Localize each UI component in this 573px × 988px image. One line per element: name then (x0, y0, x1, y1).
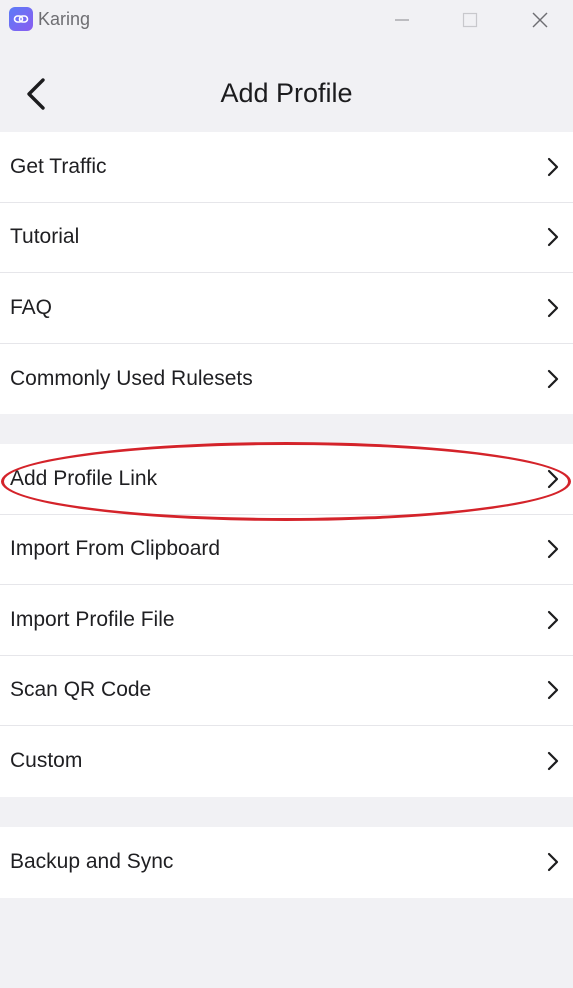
page-header: Add Profile (0, 40, 573, 132)
menu-item-scan-qr-code[interactable]: Scan QR Code (0, 656, 573, 726)
menu-item-tutorial[interactable]: Tutorial (0, 203, 573, 273)
minimize-button[interactable] (368, 0, 436, 40)
menu-item-label: Backup and Sync (10, 850, 174, 874)
chevron-right-icon (547, 853, 559, 872)
chevron-right-icon (547, 681, 559, 700)
maximize-icon (462, 12, 478, 28)
page-title: Add Profile (220, 78, 353, 108)
menu-item-faq[interactable]: FAQ (0, 273, 573, 344)
menu-item-get-traffic[interactable]: Get Traffic (0, 132, 573, 203)
menu-item-import-from-clipboard[interactable]: Import From Clipboard (0, 515, 573, 585)
maximize-button[interactable] (436, 0, 504, 40)
menu-item-label: Get Traffic (10, 154, 107, 178)
app-title: Karing (38, 9, 91, 29)
close-icon (532, 12, 548, 28)
chevron-right-icon (547, 752, 559, 771)
settings-group-profiles: Add Profile Link Import From Clipboard I… (0, 444, 573, 797)
minimize-icon (395, 19, 409, 21)
menu-item-add-profile-link[interactable]: Add Profile Link (0, 444, 573, 515)
menu-item-commonly-used-rulesets[interactable]: Commonly Used Rulesets (0, 344, 573, 415)
chevron-right-icon (547, 610, 559, 629)
chevron-right-icon (547, 228, 559, 247)
menu-item-label: FAQ (10, 295, 53, 319)
chevron-right-icon (547, 298, 559, 317)
settings-group-backup: Backup and Sync (0, 827, 573, 898)
menu-item-backup-and-sync[interactable]: Backup and Sync (0, 827, 573, 898)
menu-item-label: Import From Clipboard (10, 537, 221, 561)
close-button[interactable] (506, 0, 573, 40)
menu-item-label: Add Profile Link (10, 466, 158, 490)
menu-item-label: Scan QR Code (10, 678, 152, 702)
chevron-right-icon (547, 157, 559, 176)
chevron-right-icon (547, 469, 559, 488)
menu-item-label: Tutorial (10, 225, 80, 249)
menu-item-import-profile-file[interactable]: Import Profile File (0, 585, 573, 656)
menu-item-label: Import Profile File (10, 607, 175, 631)
menu-item-label: Commonly Used Rulesets (10, 366, 253, 390)
chevron-right-icon (547, 540, 559, 559)
menu-item-label: Custom (10, 749, 83, 773)
karing-link-icon (9, 7, 33, 31)
chevron-right-icon (547, 369, 559, 388)
menu-item-custom[interactable]: Custom (0, 726, 573, 797)
title-bar: Karing (0, 0, 573, 40)
settings-group-help: Get Traffic Tutorial FAQ Commonly Used R… (0, 132, 573, 414)
